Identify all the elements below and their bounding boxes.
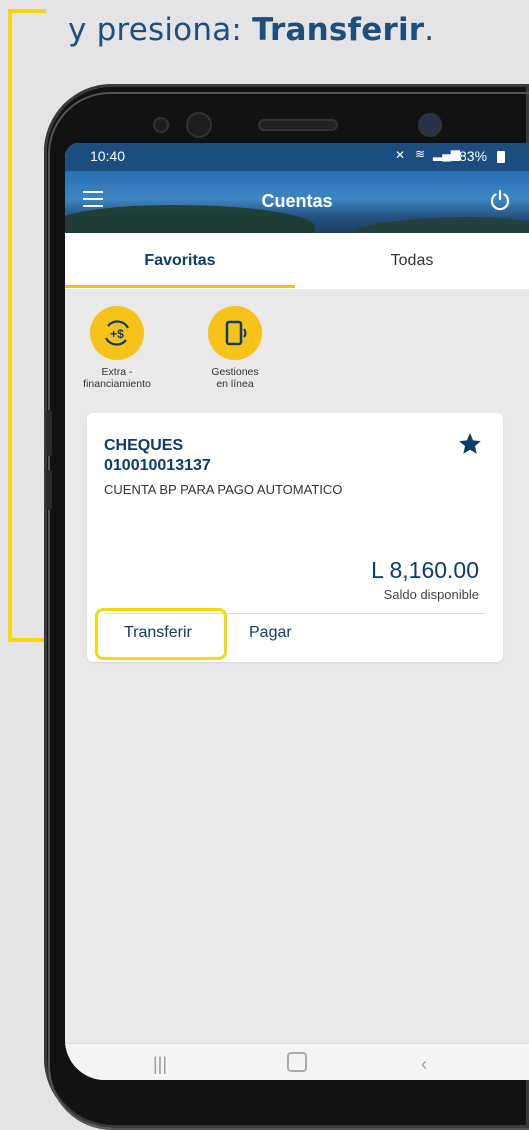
iris-scanner: [418, 113, 442, 137]
account-balance: L 8,160.00: [371, 557, 479, 583]
status-bar: 10:40 ✕ ≋ ▂▄▆ 83%: [65, 143, 529, 171]
transfer-highlight-box: [95, 608, 227, 660]
mute-icon: ✕: [395, 148, 406, 162]
quick-action-label-1a: Extra -: [101, 366, 133, 378]
recent-apps-icon[interactable]: |||: [153, 1054, 167, 1075]
home-icon[interactable]: [287, 1052, 307, 1072]
account-type: CHEQUES: [104, 437, 184, 454]
svg-text:+$: +$: [110, 327, 124, 341]
side-button-lower: [46, 470, 52, 510]
quick-action-extra-financiamiento[interactable]: +$ Extra - financiamiento: [77, 306, 157, 390]
active-tab-indicator: [65, 285, 295, 288]
phone-signal-icon: [208, 306, 262, 360]
tab-favoritas[interactable]: Favoritas: [65, 233, 295, 289]
page-title: Cuentas: [261, 191, 333, 211]
earpiece-speaker: [258, 119, 338, 131]
pay-button[interactable]: Pagar: [249, 624, 292, 642]
instruction-text: y presiona: Transferir.: [68, 12, 434, 48]
quick-action-gestiones[interactable]: Gestiones en línea: [193, 306, 277, 390]
quick-action-label-2a: Gestiones: [211, 366, 259, 378]
instruction-emphasis: Transferir: [252, 12, 425, 48]
back-icon[interactable]: ‹: [421, 1054, 427, 1075]
instruction-prefix: y presiona:: [68, 12, 253, 48]
tab-bar: Favoritas Todas: [65, 233, 529, 289]
status-time: 10:40: [90, 148, 126, 164]
signal-icon: ▂▄▆: [433, 147, 460, 161]
power-icon[interactable]: [489, 189, 511, 211]
money-cycle-icon: +$: [90, 306, 144, 360]
account-number: 010010013137: [104, 457, 211, 474]
app-header: Cuentas: [65, 171, 529, 233]
battery-percent: 83%: [459, 148, 488, 164]
front-sensor: [153, 117, 169, 133]
battery-icon: [497, 151, 505, 163]
guide-line-vertical: [8, 9, 12, 642]
front-camera: [186, 112, 212, 138]
wifi-icon: ≋: [415, 147, 426, 161]
favorite-star-icon[interactable]: [457, 431, 483, 457]
tab-todas[interactable]: Todas: [295, 233, 529, 289]
side-button-upper: [46, 410, 52, 456]
quick-action-label-2b: en línea: [216, 378, 254, 390]
instruction-suffix: .: [424, 12, 435, 48]
android-nav-bar: ||| ‹: [65, 1043, 529, 1080]
account-description: CUENTA BP PARA PAGO AUTOMATICO: [104, 482, 343, 497]
balance-label: Saldo disponible: [383, 587, 479, 602]
guide-line-top: [8, 9, 46, 13]
quick-action-label-1b: financiamiento: [83, 378, 151, 390]
header-landscape-right: [349, 217, 529, 233]
